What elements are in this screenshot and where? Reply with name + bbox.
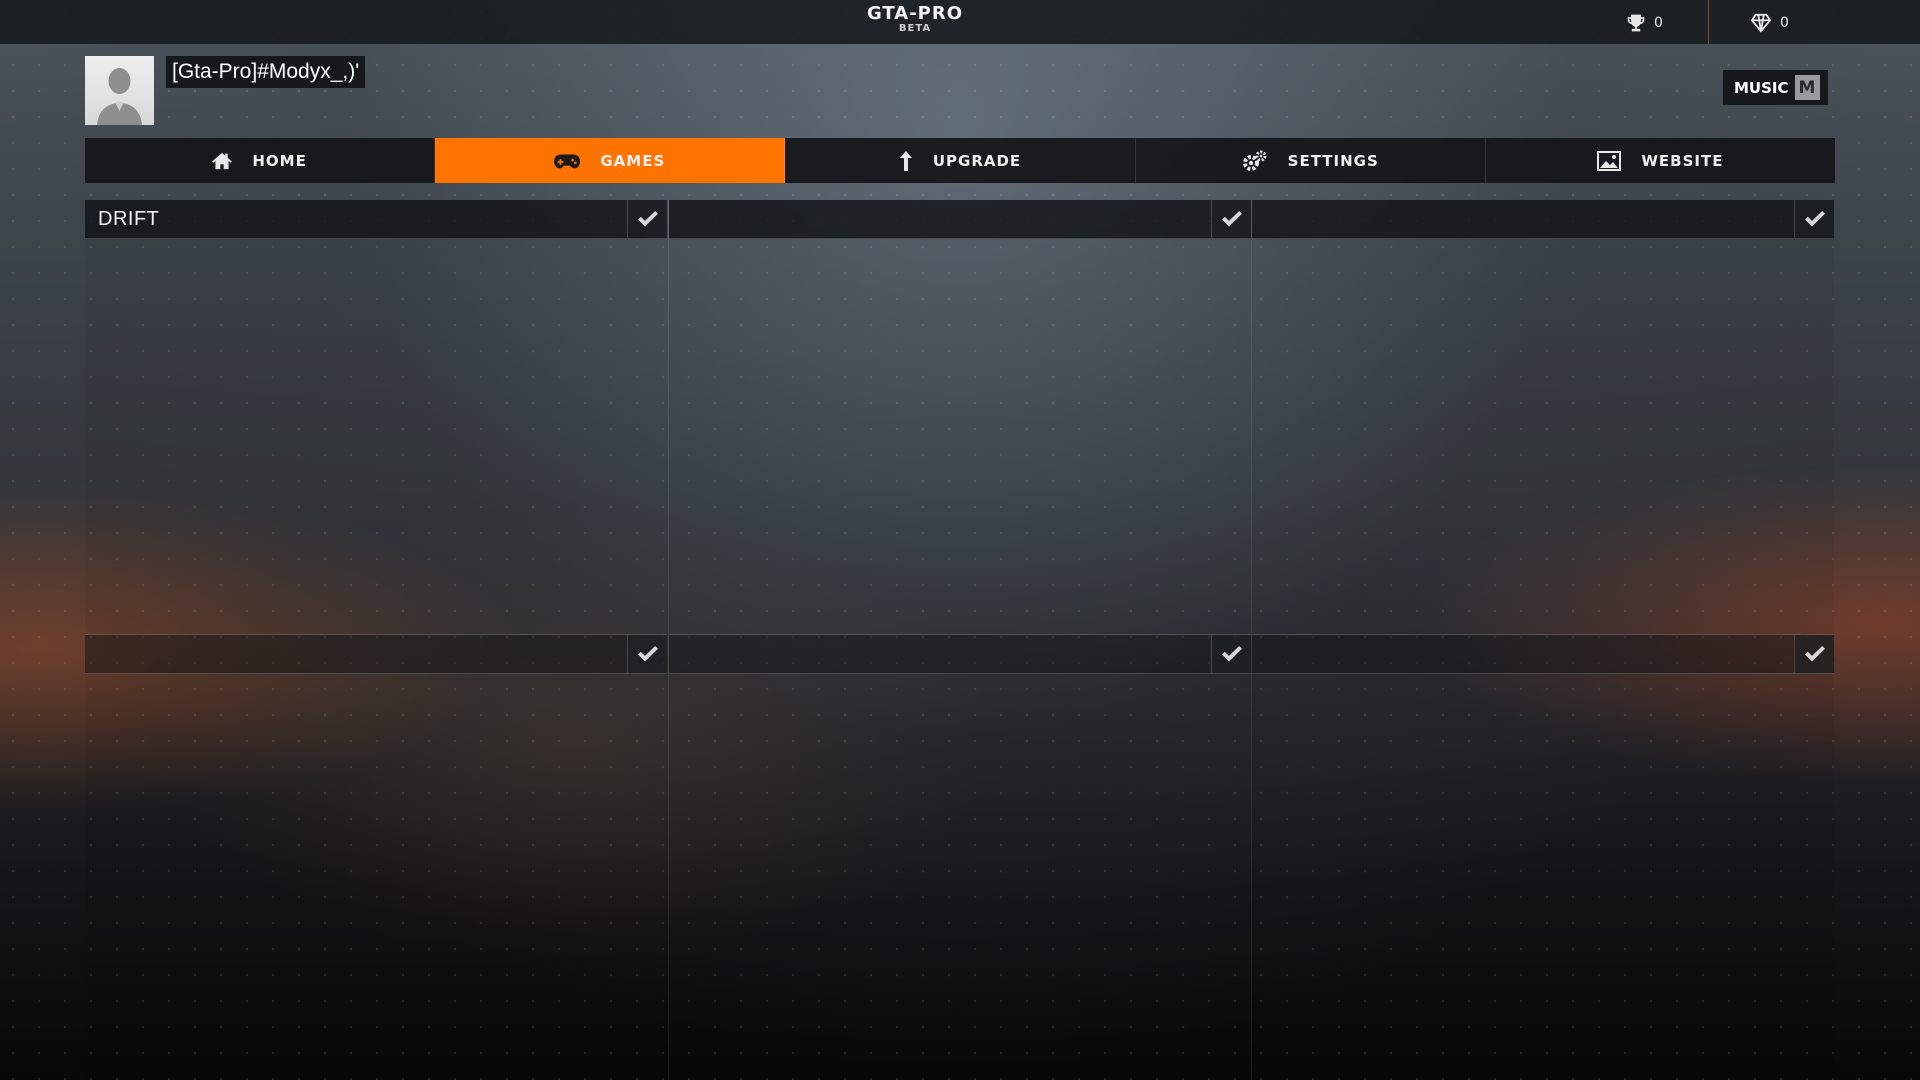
select-game-button[interactable] [1211, 635, 1251, 673]
select-game-button[interactable] [1794, 635, 1834, 673]
checkmark-icon [637, 646, 658, 662]
gem-counter: 0 [1750, 10, 1789, 36]
games-grid: DRIFT [85, 200, 1835, 1080]
game-column-3 [1251, 200, 1834, 1080]
select-game-button[interactable] [1211, 200, 1251, 238]
main-nav: HOME GAMES UPGRADE SETTINGS WEBSITE [85, 138, 1836, 183]
username-label: [Gta-Pro]#Modyx_,)' [166, 56, 366, 88]
music-label: MUSIC [1734, 78, 1789, 97]
tab-home-label: HOME [252, 151, 307, 170]
game-slot[interactable] [85, 634, 667, 674]
gem-count: 0 [1780, 15, 1789, 31]
music-toggle-button[interactable]: MUSIC M [1723, 70, 1828, 105]
music-hotkey: M [1794, 75, 1820, 100]
tab-upgrade[interactable]: UPGRADE [785, 138, 1136, 183]
select-game-button[interactable] [627, 635, 667, 673]
trophy-icon [1627, 14, 1645, 32]
gem-icon [1750, 13, 1772, 33]
select-game-button[interactable] [1794, 200, 1834, 238]
game-slot[interactable] [1252, 200, 1834, 239]
tab-games[interactable]: GAMES [435, 138, 786, 183]
avatar[interactable] [85, 56, 154, 125]
checkmark-icon [1804, 211, 1825, 227]
select-game-button[interactable] [627, 200, 667, 238]
tab-upgrade-label: UPGRADE [932, 151, 1022, 170]
tab-settings[interactable]: SETTINGS [1135, 138, 1486, 183]
top-bar-divider [1708, 0, 1709, 44]
game-slot[interactable] [669, 634, 1251, 674]
tab-website-label: WEBSITE [1641, 151, 1724, 170]
checkmark-icon [1804, 646, 1825, 662]
game-slot[interactable] [669, 200, 1251, 239]
tab-home[interactable]: HOME [85, 138, 436, 183]
checkmark-icon [1221, 646, 1242, 662]
gamepad-icon [554, 154, 581, 168]
brand: GTA-PRO BETA [0, 3, 1830, 34]
brand-subtitle: BETA [898, 23, 932, 34]
checkmark-icon [1221, 211, 1242, 227]
default-user-icon [97, 68, 142, 125]
tab-games-label: GAMES [600, 151, 666, 170]
tab-settings-label: SETTINGS [1287, 151, 1379, 170]
trophy-counter: 0 [1626, 10, 1663, 36]
game-column-2 [668, 200, 1251, 1080]
checkmark-icon [637, 211, 658, 227]
top-bar: GTA-PRO BETA 0 0 [0, 0, 1920, 44]
trophy-count: 0 [1654, 15, 1663, 31]
gears-icon [1242, 150, 1267, 171]
image-icon [1597, 150, 1622, 171]
game-slot[interactable]: DRIFT [85, 200, 667, 239]
brand-title: GTA-PRO [866, 3, 964, 24]
game-slot[interactable] [1252, 634, 1834, 674]
game-title: DRIFT [98, 207, 160, 230]
tab-website[interactable]: WEBSITE [1485, 138, 1836, 183]
upgrade-arrow-icon [899, 150, 912, 171]
game-column-1: DRIFT [85, 200, 667, 1080]
home-icon [212, 152, 233, 169]
